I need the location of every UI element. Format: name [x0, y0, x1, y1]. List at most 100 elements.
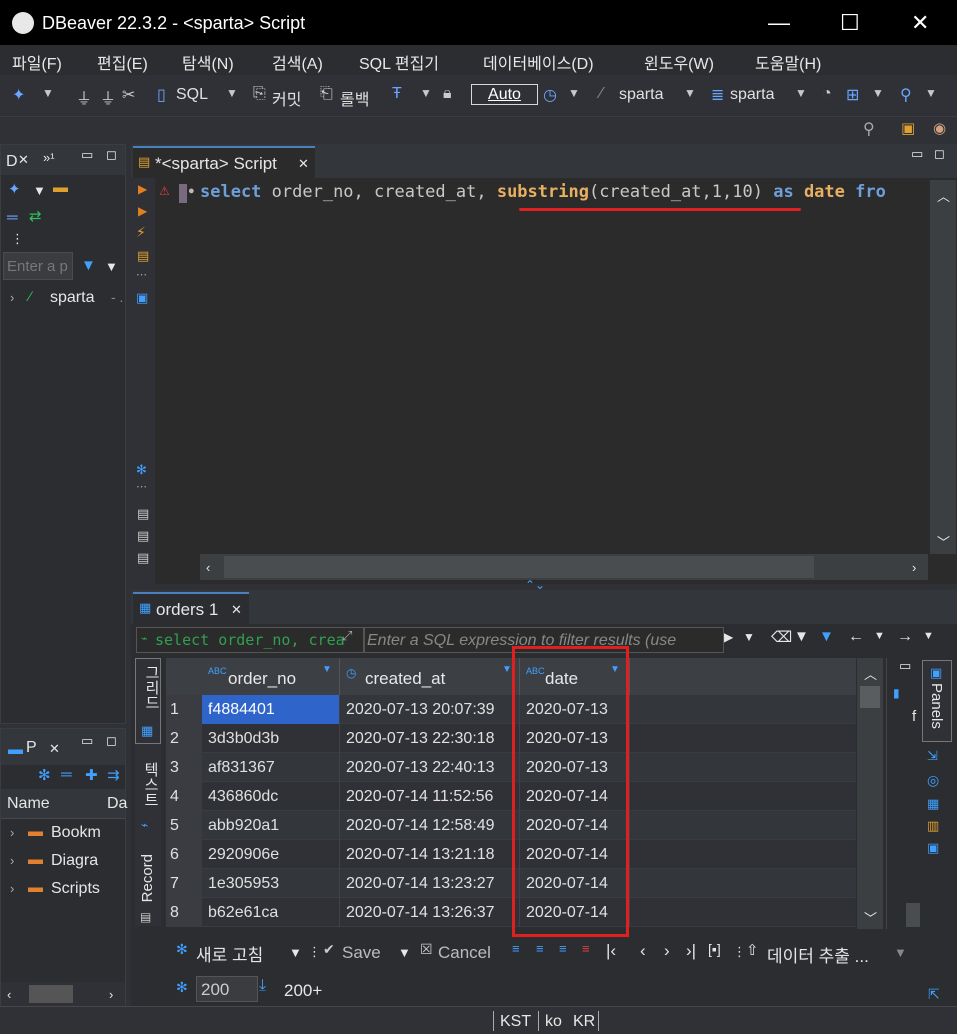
scroll-up-icon[interactable]: ︿ [864, 664, 877, 683]
tab-record[interactable]: Record ▤ [135, 848, 161, 926]
collapse-icon[interactable]: ═ [7, 209, 18, 226]
scroll-left-icon[interactable]: ‹ [206, 560, 210, 575]
menu-sql-editor[interactable]: SQL 편집기 [359, 50, 439, 74]
maximize-icon[interactable]: ◻ [106, 733, 117, 749]
new-connection-icon[interactable]: ✦ [8, 180, 21, 198]
chevron-down-icon[interactable]: ▼ [42, 86, 54, 100]
execute-script-icon[interactable]: ⚡ [136, 224, 146, 241]
cell-created-at[interactable]: 2020-07-13 22:30:18 [340, 724, 520, 753]
tab-orders-1[interactable]: ▦ orders 1 ✕ [133, 592, 249, 624]
sort-icon[interactable]: ▼ [322, 664, 332, 675]
table-row[interactable]: 2 3d3b0d3b 2020-07-13 22:30:18 2020-07-13 [166, 724, 856, 753]
cell-order-no[interactable]: b62e61ca [202, 898, 340, 927]
clear-filter-icon[interactable]: ⌫ [771, 628, 792, 646]
dashboard-icon[interactable]: ◔ [822, 85, 832, 103]
cell-created-at[interactable]: 2020-07-14 13:23:27 [340, 869, 520, 898]
back-arrow-icon[interactable]: ← [848, 628, 864, 646]
menu-dots-icon[interactable]: ⋮ [308, 944, 321, 960]
scroll-down-icon[interactable]: ﹀ [937, 532, 950, 551]
row-number[interactable]: 2 [166, 724, 202, 753]
scroll-right-icon[interactable]: › [109, 987, 113, 1002]
row-number[interactable]: 3 [166, 753, 202, 782]
rollback-icon[interactable]: ⎗ [320, 85, 333, 103]
erd-icon[interactable]: ⊞ [846, 85, 859, 105]
collapse-icon[interactable]: ═ [61, 766, 72, 783]
sql-button[interactable]: SQL [176, 86, 208, 104]
schema-selector[interactable]: sparta [730, 86, 774, 104]
refresh-button[interactable]: 새로 고침 [196, 941, 263, 966]
forward-arrow-icon[interactable]: → [897, 628, 913, 646]
cancel-icon[interactable]: ☒ [420, 941, 433, 958]
scroll-left-icon[interactable]: ‹ [7, 987, 11, 1002]
table-row[interactable]: 7 1e305953 2020-07-14 13:23:27 2020-07-14 [166, 869, 856, 898]
chevron-down-icon[interactable]: ▼ [289, 945, 302, 960]
menu-help[interactable]: 도움말(H) [755, 50, 821, 74]
chevron-down-icon[interactable]: ▼ [925, 86, 937, 100]
next-page-icon[interactable]: › [664, 941, 670, 961]
fetch-size-input[interactable]: 200 [196, 976, 258, 1002]
last-page-icon[interactable]: ›| [686, 941, 696, 961]
maximize-icon[interactable]: ◻ [106, 147, 117, 163]
tree-item-bookmarks[interactable]: Bookm [51, 824, 101, 842]
expand-filter-icon[interactable]: ⤢ [342, 628, 352, 644]
chevron-down-icon[interactable]: ▼ [684, 86, 696, 100]
panel-value-icon[interactable]: ⇲ [927, 748, 938, 764]
chevron-down-icon[interactable]: ▼ [420, 86, 432, 100]
editor-horizontal-scrollbar[interactable]: ‹ › [200, 554, 928, 580]
panel-calc-icon[interactable]: ▥ [927, 818, 939, 834]
rollback-button[interactable]: 롤백 [340, 86, 369, 110]
refresh-icon[interactable]: ✻ [176, 941, 188, 958]
close-icon[interactable]: ✕ [49, 741, 60, 757]
transaction-mode-icon[interactable]: Ŧ [392, 85, 402, 103]
chevron-down-icon[interactable]: ▼ [33, 183, 46, 198]
save-button[interactable]: Save [342, 943, 381, 963]
expand-chevron-icon[interactable]: › [10, 881, 14, 896]
apply-filter-icon[interactable]: ▶ [724, 630, 733, 644]
menu-database[interactable]: 데이터베이스(D) [483, 50, 594, 74]
menu-file[interactable]: 파일(F) [12, 50, 62, 74]
column-header-name[interactable]: Name [7, 795, 50, 813]
cancel-button[interactable]: Cancel [438, 943, 491, 963]
copy-row-icon[interactable]: ≡ [559, 941, 567, 956]
close-button[interactable]: ✕ [911, 10, 929, 36]
row-number[interactable]: 7 [166, 869, 202, 898]
chevron-down-icon[interactable]: ▼ [105, 259, 118, 274]
execute-new-tab-icon[interactable]: ▶ [138, 204, 147, 218]
expand-chevron-icon[interactable]: › [10, 290, 14, 305]
cell-order-no[interactable]: 436860dc [202, 782, 340, 811]
folder-icon[interactable]: ▬ [53, 179, 68, 196]
sql-code-line[interactable]: select order_no, created_at, substring(c… [200, 182, 928, 208]
panel-grouping-icon[interactable]: ▦ [927, 796, 939, 812]
menu-edit[interactable]: 편집(E) [97, 50, 148, 74]
chevron-down-icon[interactable]: ▼ [398, 945, 411, 960]
minimize-icon[interactable]: ▭ [81, 733, 93, 749]
cell-created-at[interactable]: 2020-07-13 20:07:39 [340, 695, 520, 724]
menu-search[interactable]: 검색(A) [272, 50, 323, 74]
auto-commit-button[interactable]: Auto [471, 84, 538, 105]
table-row[interactable]: 4 436860dc 2020-07-14 11:52:56 2020-07-14 [166, 782, 856, 811]
table-row[interactable]: 8 b62e61ca 2020-07-14 13:26:37 2020-07-14 [166, 898, 856, 927]
menu-navigate[interactable]: 탐색(N) [182, 50, 234, 74]
filter-history-input[interactable]: ⌁ select order_no, creat [136, 627, 364, 653]
tab-script[interactable]: ▤ *<sparta> Script ✕ [133, 146, 315, 178]
export-data-button[interactable]: 데이터 추출 ... [767, 942, 869, 967]
avatar[interactable]: ◉ [933, 119, 946, 137]
chevron-down-icon[interactable]: ▼ [743, 630, 755, 644]
add-icon[interactable]: ✚ [85, 766, 98, 784]
fetch-all-icon[interactable]: [▪] [708, 941, 721, 957]
filter-settings-icon[interactable]: ▼ [794, 628, 809, 645]
expand-chevron-icon[interactable]: › [10, 853, 14, 868]
close-icon[interactable]: ✕ [231, 602, 242, 618]
prev-page-icon[interactable]: ‹ [640, 941, 646, 961]
panel-metadata-icon[interactable]: ◎ [927, 772, 939, 789]
cell-order-no[interactable]: 2920906e [202, 840, 340, 869]
menu-window[interactable]: 윈도우(W) [644, 50, 714, 74]
tab-database-navigator[interactable]: D [6, 153, 18, 171]
settings-icon[interactable]: ✻ [136, 462, 147, 478]
scroll-down-icon[interactable]: ﹀ [864, 908, 877, 927]
sql-editor-icon[interactable]: ▯ [157, 85, 166, 105]
horizontal-scrollbar[interactable]: ‹ › [1, 982, 125, 1006]
connect-icon[interactable]: ⏚ [76, 85, 92, 109]
row-number[interactable]: 1 [166, 695, 202, 724]
scroll-thumb[interactable] [860, 686, 880, 708]
